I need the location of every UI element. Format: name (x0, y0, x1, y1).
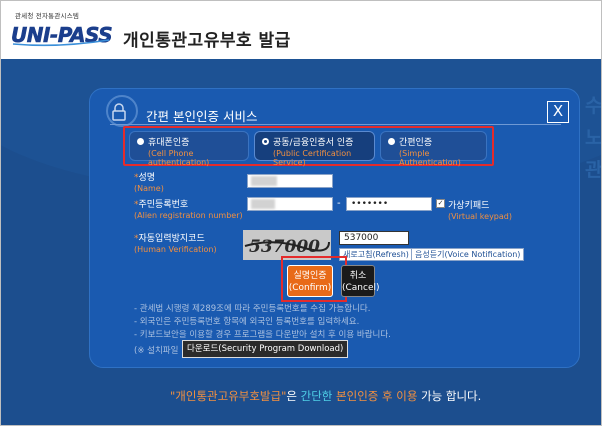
side-decoration: 관 (585, 159, 601, 181)
method-sub: (Cell Phone authentication) (148, 149, 210, 167)
cancel-button[interactable]: 취소 (Cancel) (341, 265, 380, 297)
voice-button[interactable]: 음성듣기(Voice Notification) (411, 248, 525, 261)
captcha-text: 537000 (249, 237, 320, 257)
confirm-label-en: (Confirm) (288, 283, 332, 293)
dialog-title: 간편 본인인증 서비스 (146, 109, 258, 124)
virtual-keypad-checkbox[interactable]: ✓ (436, 199, 445, 208)
download-button[interactable]: 다운로드(Security Program Download) (182, 340, 349, 358)
alien-separator: - (337, 198, 341, 209)
method-label: 공동/금융인증서 인증 (273, 138, 354, 148)
captcha-label: *자동입력방지코드 (Human Verification) (134, 234, 217, 254)
radio-icon (388, 138, 395, 145)
note-line: - 외국인은 주민등록번호 항목에 외국인 등록번호를 입력하세요. (134, 317, 360, 327)
method-label: 휴대폰인증 (148, 138, 190, 148)
close-button[interactable]: X (547, 101, 569, 123)
redacted-name (251, 176, 277, 186)
confirm-button[interactable]: 실명인증 (Confirm) (287, 265, 333, 297)
cancel-label: 취소 (349, 271, 367, 281)
name-label: *성명 (Name) (134, 173, 164, 193)
radio-icon (137, 138, 144, 145)
unipass-logo[interactable]: UNI-PASS (9, 18, 113, 50)
confirm-label: 실명인증 (293, 271, 327, 281)
method-simple[interactable]: 간편인증 (Simple Authentication) (380, 131, 487, 167)
cancel-label-en: (Cancel) (342, 283, 380, 293)
side-decoration: 노 (585, 127, 601, 149)
alien-label: *주민등록번호 (Alien registration number) (134, 200, 243, 220)
header: 관세청 전자통관시스템 UNI-PASS 개인통관고유부호 발급 (1, 1, 601, 59)
method-sub: (Simple Authentication) (399, 149, 461, 167)
refresh-button[interactable]: 새로고침(Refresh) (339, 248, 413, 261)
method-sub: (Public Certification Service) (273, 149, 352, 167)
method-cellphone[interactable]: 휴대폰인증 (Cell Phone authentication) (129, 131, 249, 167)
page-title: 개인통관고유부호 발급 (123, 31, 291, 51)
captcha-input[interactable]: 537000 (339, 231, 409, 245)
note-line: - 관세법 시행령 제289조에 따라 주민등록번호를 수집 가능합니다. (134, 304, 371, 314)
radio-selected-icon (262, 138, 269, 145)
method-label: 간편인증 (399, 138, 433, 148)
side-decoration: 수 (585, 95, 601, 117)
redacted-number (251, 199, 275, 209)
alien-number-second[interactable]: ••••••• (346, 197, 432, 211)
virtual-keypad-label: 가상키패드 (Virtual keypad) (448, 201, 512, 221)
footer-message: "개인통관고유부호발급"은 간단한 본인인증 후 이용 가능 합니다. (170, 389, 482, 403)
svg-text:UNI-PASS: UNI-PASS (11, 23, 112, 47)
title-divider (110, 124, 561, 125)
method-certificate[interactable]: 공동/금융인증서 인증 (Public Certification Servic… (254, 131, 375, 167)
lock-icon (112, 103, 126, 121)
